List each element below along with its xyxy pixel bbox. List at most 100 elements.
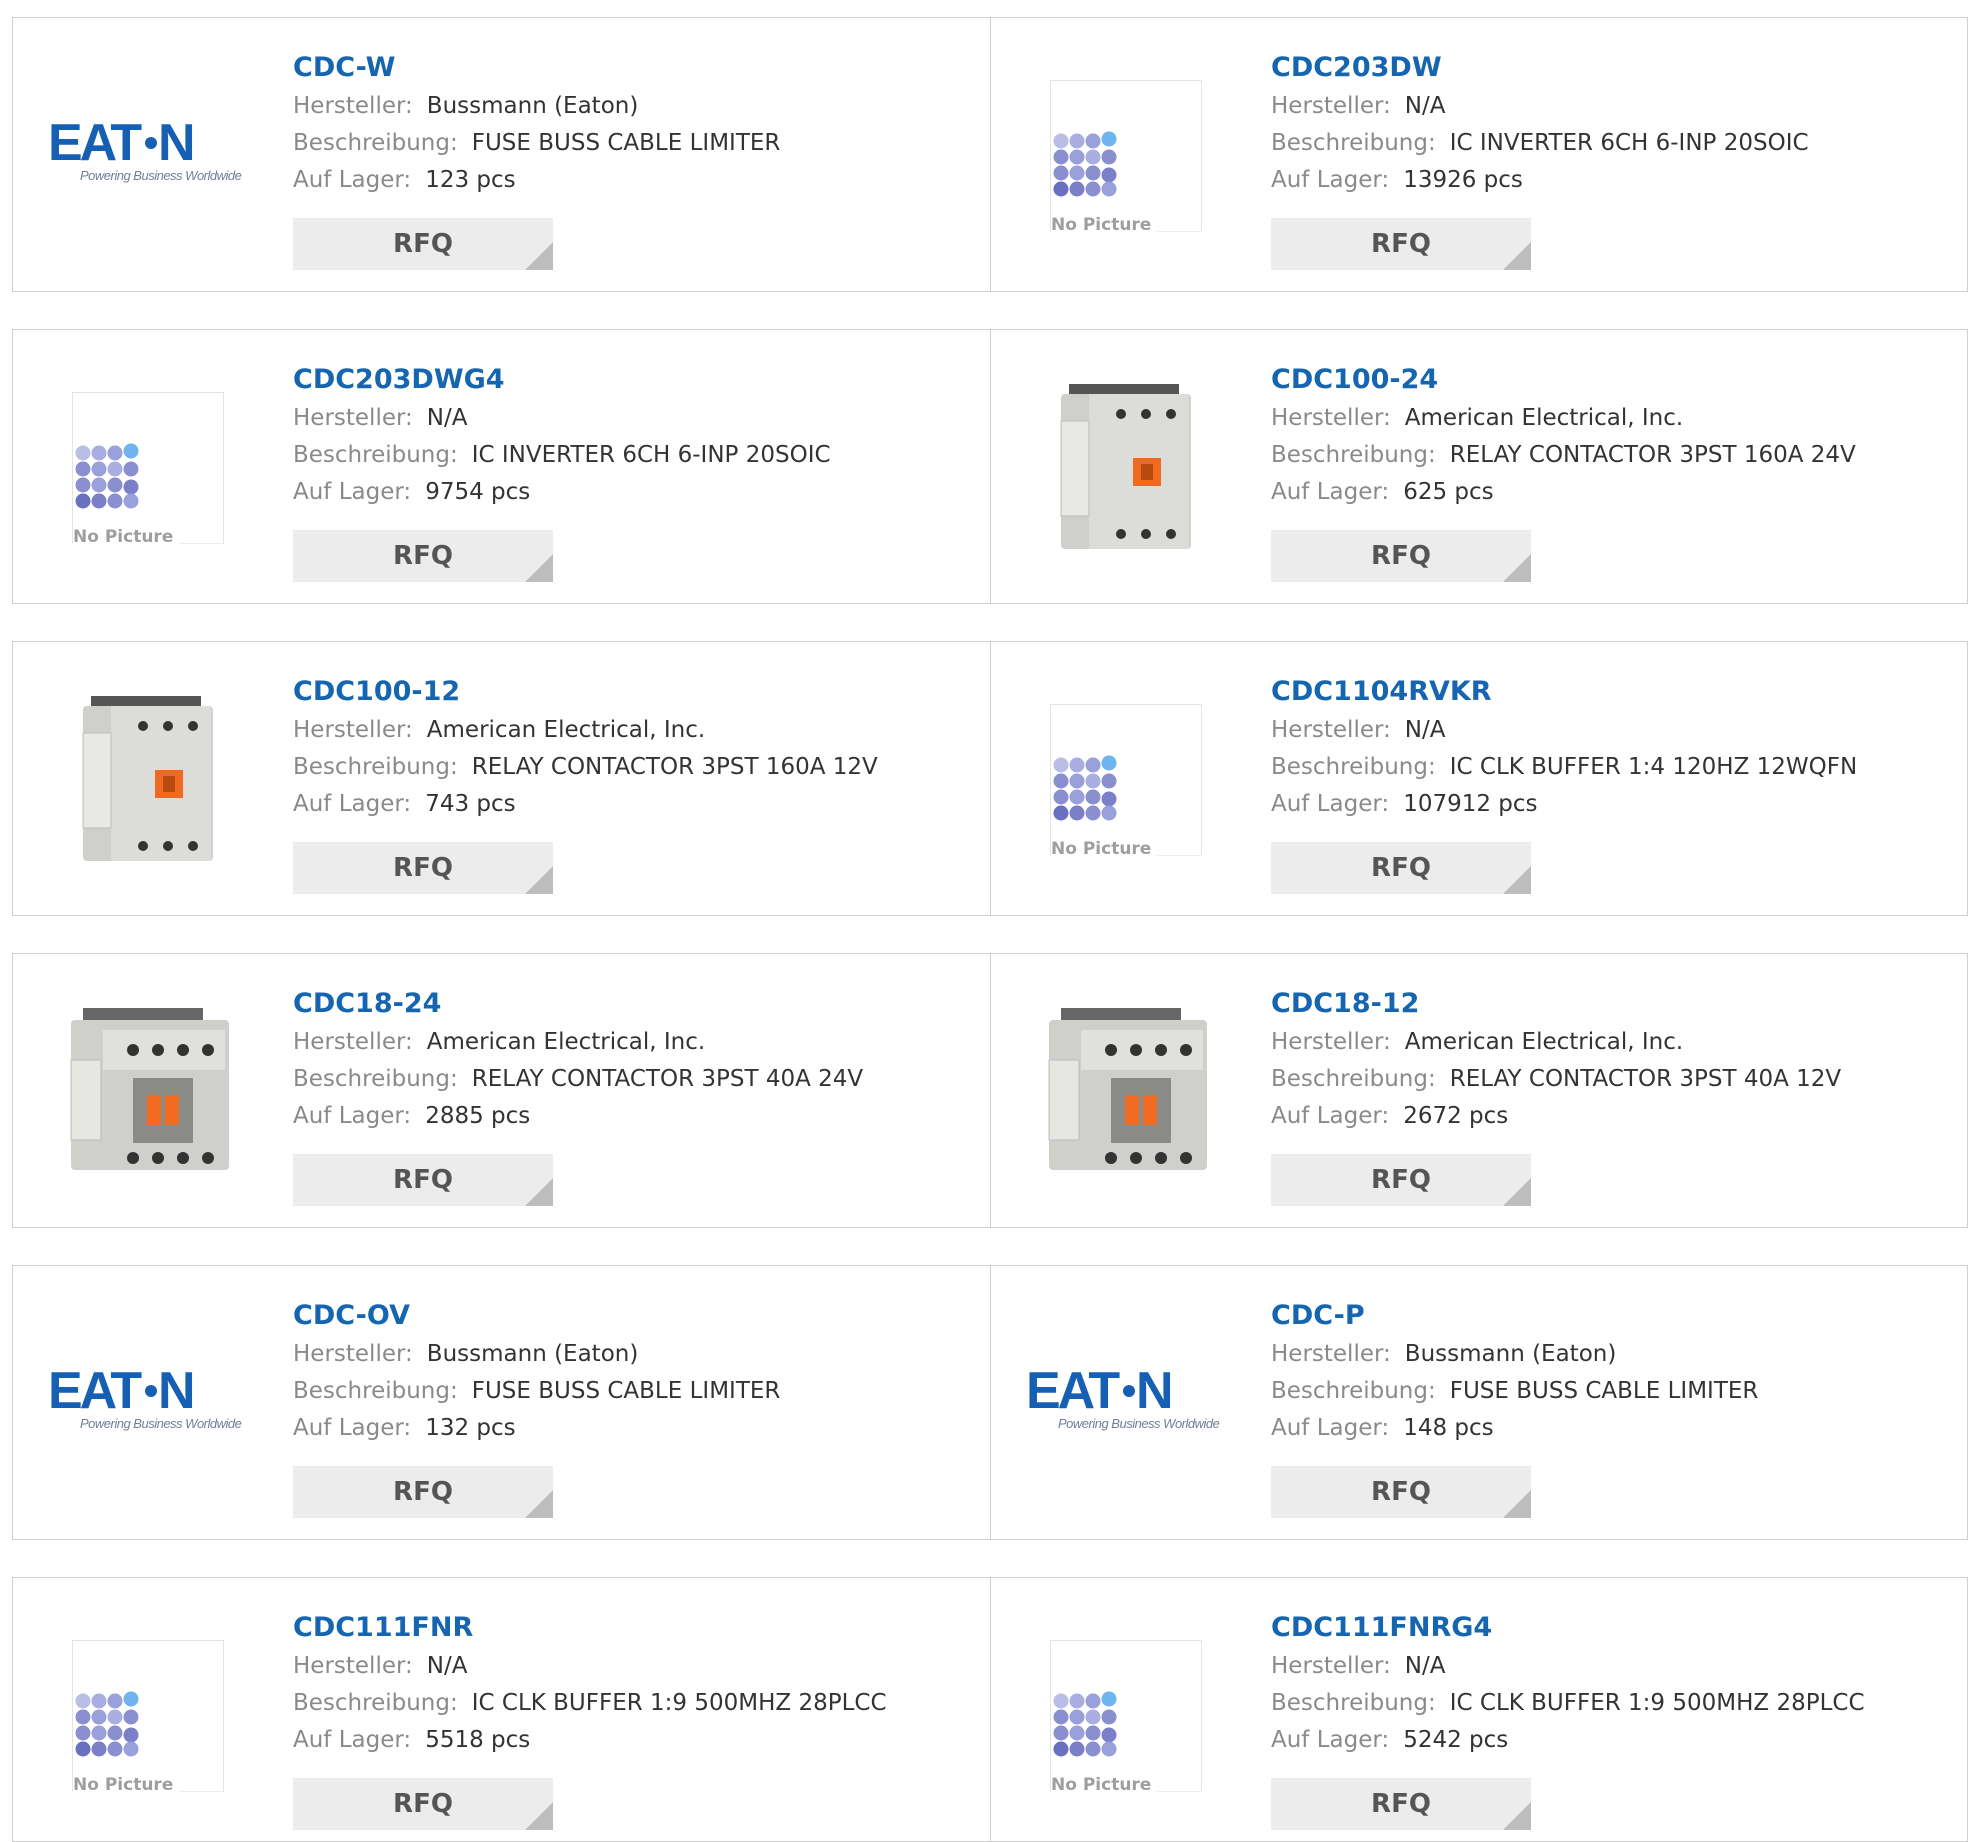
eaton-tagline: Powering Business Worldwide (1058, 1415, 1220, 1431)
product-image[interactable]: No Picture (48, 375, 248, 560)
manufacturer-label: Hersteller: (1271, 1653, 1391, 1679)
rfq-button[interactable]: RFQ (1271, 530, 1531, 582)
stock-label: Auf Lager: (293, 167, 412, 193)
rfq-button[interactable]: RFQ (1271, 1466, 1531, 1518)
stock-row: Auf Lager: 9754 pcs (293, 474, 980, 511)
part-number-link[interactable]: CDC1104RVKR (1271, 672, 1957, 712)
description-value: RELAY CONTACTOR 3PST 160A 24V (1449, 442, 1856, 468)
manufacturer-label: Hersteller: (293, 93, 413, 119)
manufacturer-value: American Electrical, Inc. (426, 717, 706, 743)
product-info: CDC203DWG4 Hersteller: N/A Beschreibung: I… (293, 360, 980, 511)
product-image[interactable] (1026, 999, 1226, 1184)
manufacturer-row: Hersteller: Bussmann (Eaton) (293, 88, 980, 125)
contactor-image (73, 688, 223, 872)
product-info: CDC203DW Hersteller: N/A Beschreibung: IC … (1271, 48, 1957, 199)
rfq-label: RFQ (1371, 229, 1431, 259)
stock-row: Auf Lager: 132 pcs (293, 1410, 980, 1447)
description-value: IC CLK BUFFER 1:4 120HZ 12WQFN (1449, 754, 1858, 780)
stock-value: 5242 pcs (1403, 1727, 1509, 1753)
product-image[interactable]: EAT N Powering Business Worldwide (48, 63, 248, 248)
corner-fold-decoration (1503, 554, 1531, 582)
description-row: Beschreibung: IC CLK BUFFER 1:9 500MHZ 28… (1271, 1685, 1957, 1722)
stock-row: Auf Lager: 625 pcs (1271, 474, 1957, 511)
product-info: CDC111FNR Hersteller: N/A Beschreibung: IC… (293, 1608, 980, 1759)
stock-label: Auf Lager: (293, 791, 412, 817)
corner-fold-decoration (525, 554, 553, 582)
corner-fold-decoration (525, 1490, 553, 1518)
part-number-link[interactable]: CDC100-24 (1271, 360, 1957, 400)
rfq-button[interactable]: RFQ (1271, 1778, 1531, 1830)
product-image[interactable]: No Picture (1026, 687, 1226, 872)
rfq-button[interactable]: RFQ (293, 218, 553, 270)
stock-row: Auf Lager: 148 pcs (1271, 1410, 1957, 1447)
eaton-logo: EAT N Powering Business Worldwide (48, 1364, 248, 1444)
description-row: Beschreibung: IC CLK BUFFER 1:9 500MHZ 28… (293, 1685, 980, 1722)
product-image[interactable] (48, 999, 248, 1184)
part-number-link[interactable]: CDC203DWG4 (293, 360, 980, 400)
rfq-label: RFQ (393, 229, 453, 259)
rfq-button[interactable]: RFQ (293, 530, 553, 582)
product-image[interactable]: No Picture (1026, 1623, 1226, 1808)
part-number-link[interactable]: CDC203DW (1271, 48, 1957, 88)
stock-row: Auf Lager: 123 pcs (293, 162, 980, 199)
product-info: CDC18-12 Hersteller: American Electrical,… (1271, 984, 1957, 1135)
rfq-button[interactable]: RFQ (1271, 218, 1531, 270)
part-number-link[interactable]: CDC111FNR (293, 1608, 980, 1648)
product-info: CDC111FNRG4 Hersteller: N/A Beschreibung:… (1271, 1608, 1957, 1759)
product-image[interactable]: EAT N Powering Business Worldwide (48, 1311, 248, 1496)
rfq-button[interactable]: RFQ (293, 842, 553, 894)
corner-fold-decoration (1503, 242, 1531, 270)
part-number-link[interactable]: CDC-W (293, 48, 980, 88)
stock-value: 625 pcs (1403, 479, 1494, 505)
part-number-link[interactable]: CDC111FNRG4 (1271, 1608, 1957, 1648)
manufacturer-row: Hersteller: Bussmann (Eaton) (1271, 1336, 1957, 1373)
stock-value: 2885 pcs (425, 1103, 531, 1129)
description-row: Beschreibung: FUSE BUSS CABLE LIMITER (293, 1373, 980, 1410)
product-image[interactable] (48, 687, 248, 872)
rfq-button[interactable]: RFQ (1271, 1154, 1531, 1206)
description-label: Beschreibung: (1271, 442, 1436, 468)
description-label: Beschreibung: (293, 1378, 458, 1404)
part-number-link[interactable]: CDC-OV (293, 1296, 980, 1336)
product-image[interactable]: No Picture (1026, 63, 1226, 248)
rfq-button[interactable]: RFQ (293, 1466, 553, 1518)
product-card-cdc-p: EAT N Powering Business Worldwide CDC-P He… (990, 1265, 1968, 1540)
stock-row: Auf Lager: 2885 pcs (293, 1098, 980, 1135)
manufacturer-value: American Electrical, Inc. (426, 1029, 706, 1055)
corner-fold-decoration (525, 866, 553, 894)
part-number-link[interactable]: CDC100-12 (293, 672, 980, 712)
part-number-link[interactable]: CDC18-12 (1271, 984, 1957, 1024)
stock-row: Auf Lager: 5518 pcs (293, 1722, 980, 1759)
corner-fold-decoration (525, 1802, 553, 1830)
part-number-link[interactable]: CDC18-24 (293, 984, 980, 1024)
description-label: Beschreibung: (293, 1066, 458, 1092)
stock-label: Auf Lager: (1271, 1727, 1390, 1753)
product-image[interactable] (1026, 375, 1226, 560)
stock-label: Auf Lager: (1271, 791, 1390, 817)
manufacturer-row: Hersteller: N/A (293, 400, 980, 437)
no-picture-placeholder: No Picture (1050, 1639, 1202, 1795)
no-picture-placeholder: No Picture (72, 1639, 224, 1795)
product-image[interactable]: No Picture (48, 1623, 248, 1808)
product-image[interactable]: EAT N Powering Business Worldwide (1026, 1311, 1226, 1496)
corner-fold-decoration (1503, 1802, 1531, 1830)
stock-label: Auf Lager: (293, 479, 412, 505)
description-value: IC INVERTER 6CH 6-INP 20SOIC (471, 442, 831, 468)
rfq-label: RFQ (393, 853, 453, 883)
manufacturer-row: Hersteller: Bussmann (Eaton) (293, 1336, 980, 1373)
manufacturer-row: Hersteller: American Electrical, Inc. (1271, 400, 1957, 437)
stock-label: Auf Lager: (293, 1415, 412, 1441)
rfq-label: RFQ (1371, 1789, 1431, 1819)
no-picture-placeholder: No Picture (1050, 79, 1202, 235)
description-label: Beschreibung: (293, 130, 458, 156)
rfq-label: RFQ (1371, 1477, 1431, 1507)
rfq-button[interactable]: RFQ (1271, 842, 1531, 894)
rfq-button[interactable]: RFQ (293, 1154, 553, 1206)
rfq-button[interactable]: RFQ (293, 1778, 553, 1830)
part-number-link[interactable]: CDC-P (1271, 1296, 1957, 1336)
manufacturer-label: Hersteller: (1271, 93, 1391, 119)
manufacturer-value: American Electrical, Inc. (1404, 1029, 1684, 1055)
rfq-label: RFQ (393, 541, 453, 571)
manufacturer-row: Hersteller: N/A (293, 1648, 980, 1685)
rfq-label: RFQ (393, 1165, 453, 1195)
